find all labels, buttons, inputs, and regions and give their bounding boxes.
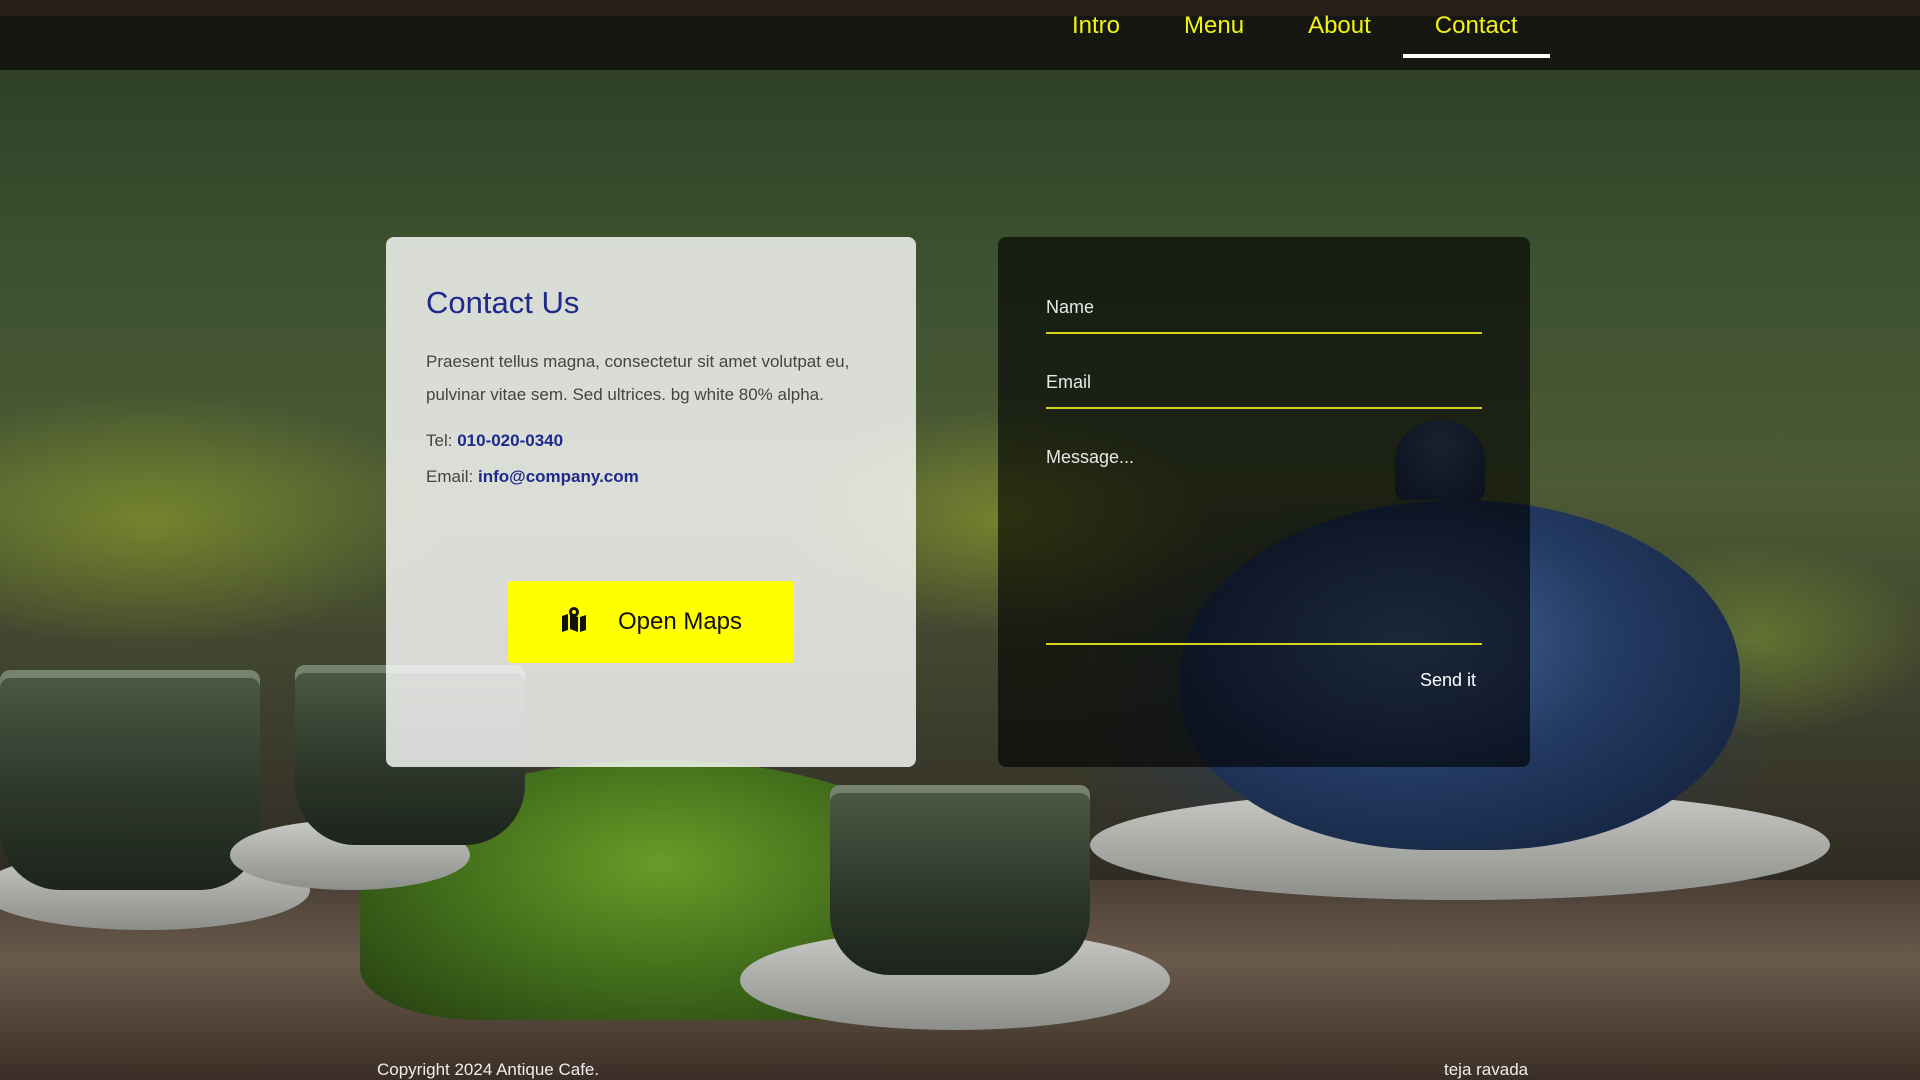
email-label: Email: [426, 467, 474, 486]
contact-form-card: Send it [998, 237, 1530, 767]
tel-label: Tel: [426, 431, 453, 450]
tel-link[interactable]: 010-020-0340 [457, 431, 563, 450]
top-strip [0, 0, 1920, 16]
contact-description: Praesent tellus magna, consectetur sit a… [426, 352, 850, 404]
moss-decoration [360, 760, 960, 1020]
send-button[interactable]: Send it [1414, 669, 1482, 692]
nav-item-menu[interactable]: Menu [1152, 0, 1276, 46]
page-background: Intro Menu About Contact Contact Us Prae… [0, 0, 1920, 1080]
saucer-center [740, 930, 1170, 1030]
cup-left [0, 670, 260, 890]
footer-author: teja ravada [1444, 1060, 1529, 1079]
cup-center [830, 785, 1090, 975]
main-nav: Intro Menu About Contact [1040, 0, 1550, 58]
table-surface [0, 880, 1920, 1080]
contact-tel: Tel: 010-020-0340 [426, 429, 876, 453]
nav-item-contact[interactable]: Contact [1402, 0, 1550, 58]
footer-copyright: Copyright 2024 Antique Cafe. [377, 1060, 600, 1079]
email-input[interactable] [1046, 358, 1482, 409]
contact-email: Email: info@company.com [426, 465, 876, 489]
nav-item-about[interactable]: About [1276, 0, 1403, 46]
saucer-left [0, 850, 310, 930]
message-textarea[interactable] [1046, 433, 1482, 645]
nav-item-intro[interactable]: Intro [1040, 0, 1152, 46]
map-marked-icon [560, 606, 588, 639]
contact-title: Contact Us [426, 285, 580, 320]
saucer-mid-left [230, 820, 470, 890]
open-maps-label: Open Maps [617, 608, 743, 635]
email-link[interactable]: info@company.com [478, 467, 639, 486]
contact-info-card: Contact Us Praesent tellus magna, consec… [386, 237, 916, 767]
open-maps-button[interactable]: Open Maps [508, 581, 794, 663]
teapot-plate [1090, 790, 1830, 900]
name-input[interactable] [1046, 283, 1482, 334]
